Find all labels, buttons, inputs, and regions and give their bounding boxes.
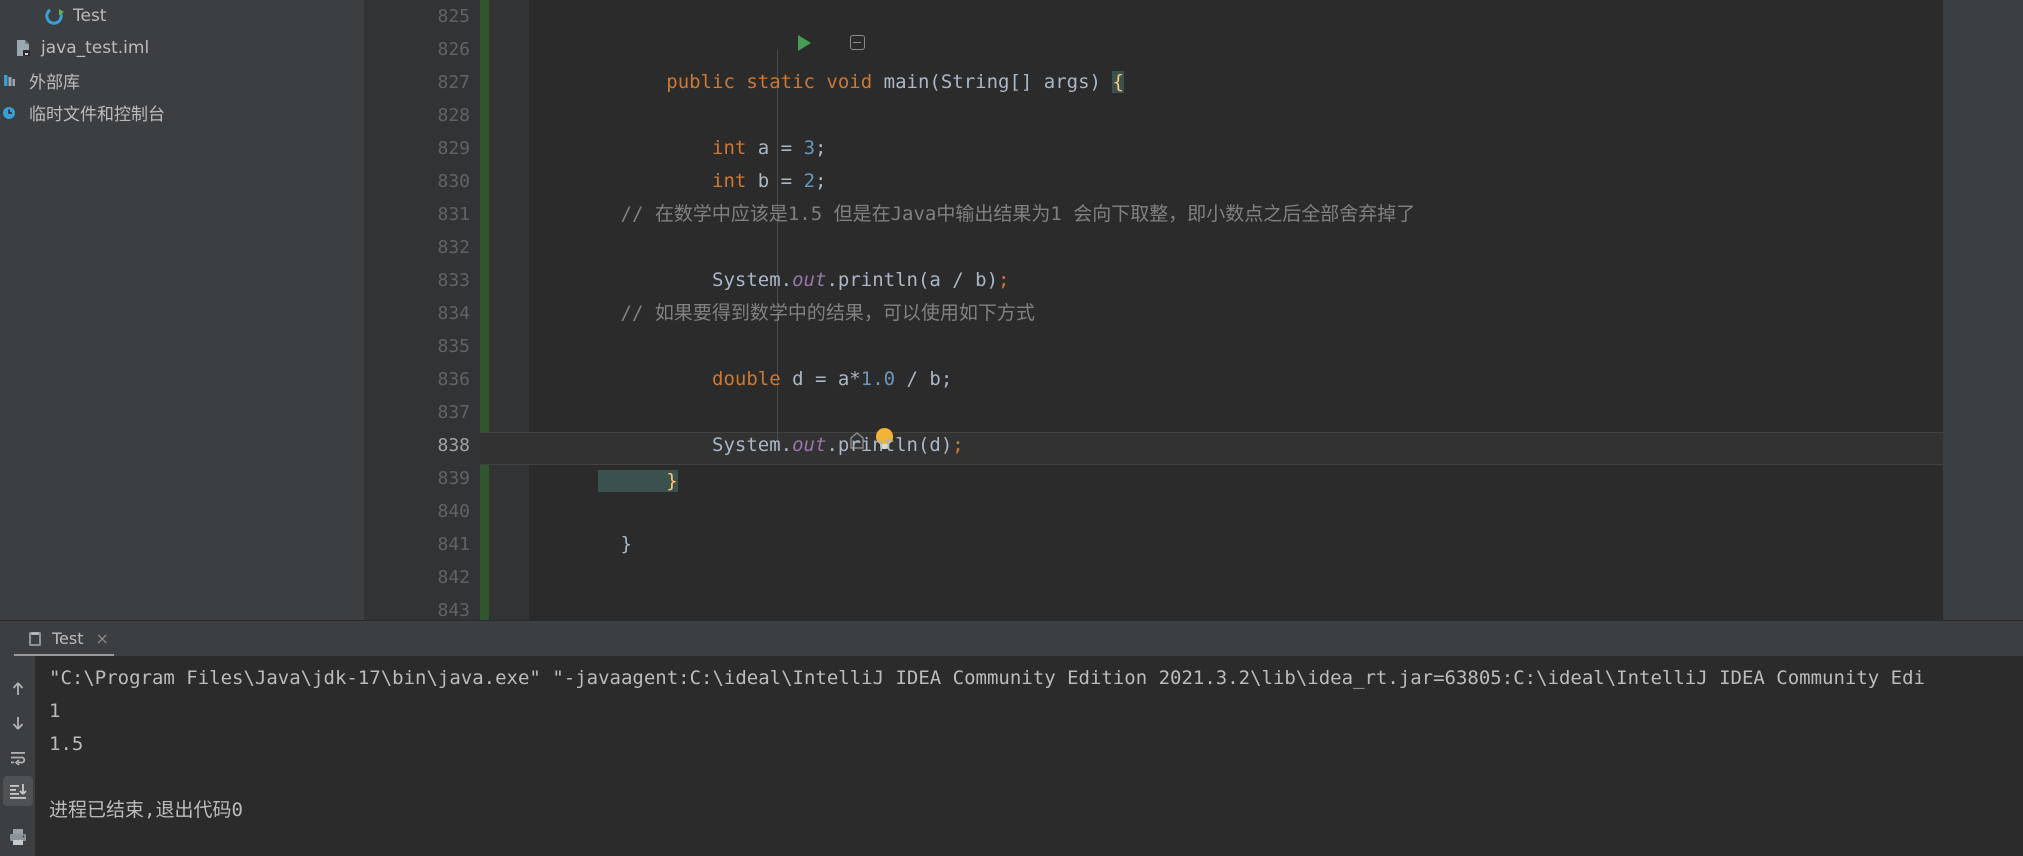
sidebar-item-test[interactable]: Test (0, 0, 364, 32)
line-number: 825 (437, 6, 470, 27)
close-icon[interactable]: × (96, 630, 109, 647)
sidebar-item-external-libraries[interactable]: 外部库 (0, 64, 364, 96)
code-line-826[interactable]: public static void main(String[] args) { (529, 33, 2023, 93)
code-editor[interactable]: 825 826 827 828 829 830 831 832 833 834 … (364, 0, 2023, 621)
project-tree-panel: Test java_test.iml 外部库 临时文件和控制台 (0, 0, 364, 620)
java-class-icon (44, 5, 66, 27)
line-number: 831 (437, 204, 470, 225)
sidebar-item-scratches-and-consoles[interactable]: 临时文件和控制台 (0, 96, 364, 128)
code-line-832[interactable]: System.out.println(a / b); (529, 231, 2023, 291)
line-number: 832 (437, 237, 470, 258)
console-line: 1.5 (49, 733, 84, 755)
module-file-icon (12, 37, 34, 59)
idea-window: Test java_test.iml 外部库 临时文件和控制台 825 826 … (0, 0, 2023, 856)
console-line: "C:\Program Files\Java\jdk-17\bin\java.e… (49, 667, 1925, 689)
line-number: 837 (437, 402, 470, 423)
run-tool-window: Test × "C:\Program Files\Java\jdk-17\bin… (0, 620, 2023, 856)
code-line-834[interactable]: // 如果要得到数学中的结果，可以使用如下方式 (529, 297, 2023, 330)
line-number: 827 (437, 72, 470, 93)
run-tab-label: Test (52, 629, 84, 648)
fold-gutter[interactable] (489, 0, 529, 620)
line-number: 840 (437, 501, 470, 522)
line-number: 841 (437, 534, 470, 555)
sidebar-item-label: 临时文件和控制台 (29, 104, 165, 125)
print-icon[interactable] (3, 822, 33, 852)
run-tab-test[interactable]: Test × (22, 623, 119, 654)
sidebar-item-label: java_test.iml (41, 38, 150, 58)
run-tab-bar: Test × (0, 621, 2023, 657)
sidebar-item-java-test-iml[interactable]: java_test.iml (0, 32, 364, 64)
console-line: 1 (49, 700, 61, 722)
line-number: 835 (437, 336, 470, 357)
console-icon (26, 630, 44, 648)
code-line-831[interactable]: // 在数学中应该是1.5 但是在Java中输出结果为1 会向下取整，即小数点之… (529, 198, 2023, 231)
code-line-838[interactable]: } (529, 432, 2023, 492)
console-output[interactable]: "C:\Program Files\Java\jdk-17\bin\java.e… (35, 656, 2023, 856)
sidebar-item-label: Test (73, 6, 107, 26)
code-line-829[interactable]: int b = 2; (529, 132, 2023, 192)
line-number: 842 (437, 567, 470, 588)
console-toolbar (0, 656, 35, 856)
line-number: 829 (437, 138, 470, 159)
code-line-835[interactable]: double d = a*1.0 / b; (529, 330, 2023, 390)
code-line-837[interactable]: System.out.println(d); (529, 396, 2023, 456)
sidebar-item-label: 外部库 (29, 72, 80, 93)
vcs-change-stripe (480, 0, 489, 620)
scroll-up-icon[interactable] (3, 674, 33, 704)
line-number: 834 (437, 303, 470, 324)
line-number: 836 (437, 369, 470, 390)
code-line-840[interactable]: } (529, 495, 2023, 555)
line-number-current: 838 (437, 435, 470, 456)
line-number: 826 (437, 39, 470, 60)
line-number: 833 (437, 270, 470, 291)
scroll-down-icon[interactable] (3, 708, 33, 738)
line-number: 839 (437, 468, 470, 489)
scroll-to-end-icon[interactable] (3, 776, 33, 806)
code-line-828[interactable]: int a = 3; (529, 99, 2023, 159)
line-number: 828 (437, 105, 470, 126)
line-number: 830 (437, 171, 470, 192)
external-libraries-icon (0, 69, 22, 91)
soft-wrap-icon[interactable] (3, 742, 33, 772)
scratches-consoles-icon (0, 101, 22, 123)
console-line: 进程已结束,退出代码0 (49, 799, 243, 821)
